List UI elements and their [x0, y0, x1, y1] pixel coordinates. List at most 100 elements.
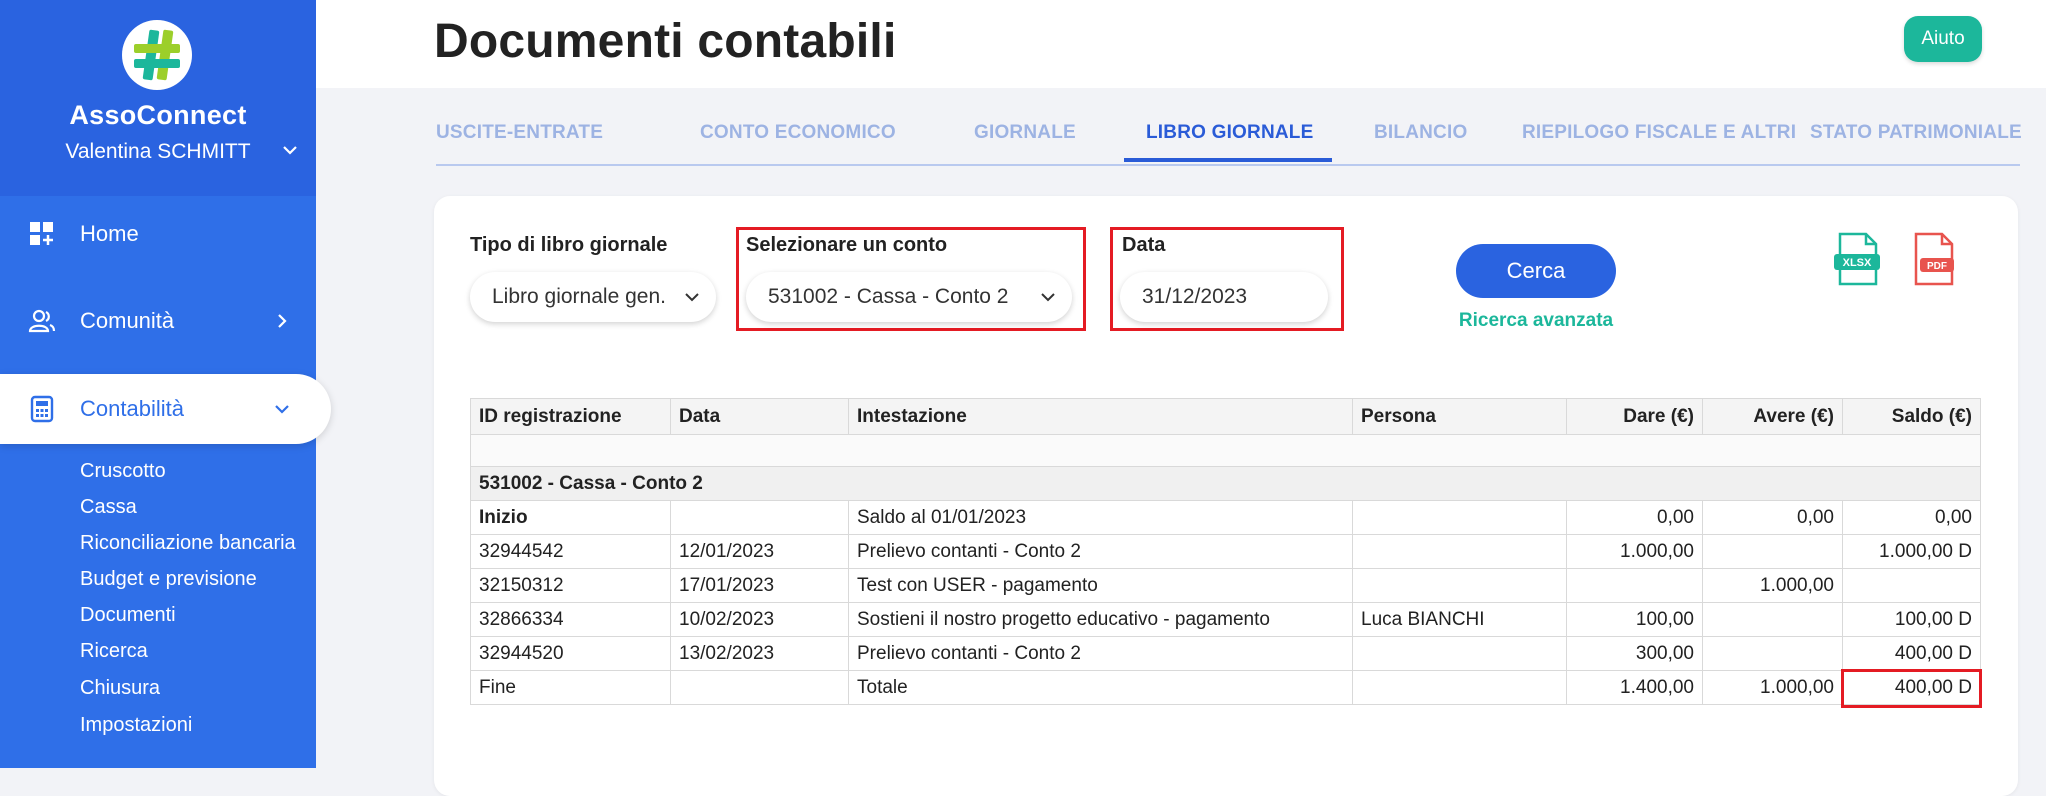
- chevron-down-icon[interactable]: [280, 140, 300, 160]
- tab-expenses-income[interactable]: USCITE-ENTRATE: [436, 122, 603, 144]
- sidebar-subitem-closing[interactable]: Chiusura: [80, 677, 160, 700]
- column-header: ID registrazione: [470, 398, 671, 435]
- table-row[interactable]: 32866334 10/02/2023 Sostieni il nostro p…: [470, 602, 1981, 637]
- cell-date: [670, 500, 849, 535]
- users-icon: [28, 309, 56, 333]
- table-row: Inizio Saldo al 01/01/2023 0,00 0,00 0,0…: [470, 500, 1981, 535]
- sidebar-brand: AssoConnect Valentina SCHMITT: [0, 0, 316, 196]
- tab-balance[interactable]: BILANCIO: [1374, 122, 1467, 144]
- cell-id: Fine: [470, 670, 671, 705]
- sidebar-item-accounting[interactable]: Contabilità: [0, 374, 331, 444]
- cell-debit: 1.000,00: [1566, 534, 1703, 569]
- cell-person: [1352, 568, 1567, 603]
- cell-credit: 1.000,00: [1702, 568, 1843, 603]
- cell-balance: [1842, 568, 1981, 603]
- tab-general-ledger[interactable]: LIBRO GIORNALE: [1146, 122, 1313, 144]
- xlsx-label: XLSX: [1843, 257, 1872, 269]
- cell-person: Luca BIANCHI: [1352, 602, 1567, 637]
- cell-id: 32944542: [470, 534, 671, 569]
- advanced-search-link[interactable]: Ricerca avanzata: [1456, 310, 1616, 332]
- column-header: Persona: [1352, 398, 1567, 435]
- cell-description: Test con USER - pagamento: [848, 568, 1353, 603]
- cell-credit: [1702, 602, 1843, 637]
- type-select-value: Libro giornale gen.: [492, 285, 666, 308]
- tab-journal[interactable]: GIORNALE: [974, 122, 1076, 144]
- table-header-row: ID registrazione Data Intestazione Perso…: [470, 398, 1981, 435]
- tab-tax-summary[interactable]: RIEPILOGO FISCALE E ALTRI: [1522, 122, 1796, 144]
- column-header: Data: [670, 398, 849, 435]
- cell-date: 12/01/2023: [670, 534, 849, 569]
- sidebar-subitem-dashboard[interactable]: Cruscotto: [80, 460, 166, 483]
- sidebar-item-label: Contabilità: [80, 396, 184, 421]
- cell-person: [1352, 636, 1567, 671]
- cell-description: Sostieni il nostro progetto educativo - …: [848, 602, 1353, 637]
- cell-credit: [1702, 534, 1843, 569]
- sidebar-subitem-documents[interactable]: Documenti: [80, 604, 176, 627]
- sidebar-item-label: Comunità: [80, 308, 175, 333]
- cell-total-balance: 400,00 D: [1841, 669, 1982, 708]
- cell-debit: 100,00: [1566, 602, 1703, 637]
- account-select[interactable]: 531002 - Cassa - Conto 2: [746, 272, 1072, 322]
- cell-description: Prelievo contanti - Conto 2: [848, 636, 1353, 671]
- cell-person: [1352, 534, 1567, 569]
- active-tab-indicator: [1124, 158, 1332, 162]
- sidebar: AssoConnect Valentina SCHMITT Home Comun…: [0, 0, 331, 768]
- table-row[interactable]: 32150312 17/01/2023 Test con USER - paga…: [470, 568, 1981, 603]
- dashboard-icon: [30, 222, 53, 245]
- cell-id: 32866334: [470, 602, 671, 637]
- brand-name: AssoConnect: [69, 100, 247, 130]
- tab-balance-sheet[interactable]: STATO PATRIMONIALE: [1810, 122, 2022, 144]
- xlsx-export-icon[interactable]: XLSX: [1834, 232, 1880, 286]
- sidebar-subitem-settings[interactable]: Impostazioni: [80, 714, 192, 737]
- cell-id: Inizio: [470, 500, 671, 535]
- chevron-down-icon: [275, 405, 289, 414]
- ledger-table: ID registrazione Data Intestazione Perso…: [470, 398, 1982, 708]
- cell-id: 32150312: [470, 568, 671, 603]
- cell-date: 10/02/2023: [670, 602, 849, 637]
- cell-debit: [1566, 568, 1703, 603]
- table-group-row: 531002 - Cassa - Conto 2: [470, 466, 1981, 501]
- sidebar-item-label: Home: [80, 221, 139, 246]
- cell-description: Prelievo contanti - Conto 2: [848, 534, 1353, 569]
- highlight-total: [1841, 669, 1982, 708]
- sidebar-subitem-cash[interactable]: Cassa: [80, 496, 137, 519]
- cell-balance: 1.000,00 D: [1842, 534, 1981, 569]
- help-button[interactable]: Aiuto: [1904, 16, 1982, 62]
- cell-person: [1352, 500, 1567, 535]
- calculator-icon: [30, 395, 54, 423]
- cell-balance: 100,00 D: [1842, 602, 1981, 637]
- chevron-right-icon: [278, 314, 287, 328]
- date-label: Data: [1122, 234, 1166, 256]
- sidebar-subitem-budget[interactable]: Budget e previsione: [80, 568, 257, 591]
- cell-description: Saldo al 01/01/2023: [848, 500, 1353, 535]
- sidebar-item-home[interactable]: Home: [0, 199, 316, 269]
- table-spacer-row: [470, 434, 1981, 467]
- search-button[interactable]: Cerca: [1456, 244, 1616, 298]
- cell-balance: 0,00: [1842, 500, 1981, 535]
- type-label: Tipo di libro giornale: [470, 234, 668, 256]
- cell-date: [670, 670, 849, 705]
- cell-description: Totale: [848, 670, 1353, 705]
- date-input[interactable]: 31/12/2023: [1120, 272, 1328, 322]
- column-header: Saldo (€): [1842, 398, 1981, 435]
- cell-person: [1352, 670, 1567, 705]
- tab-income-statement[interactable]: CONTO ECONOMICO: [700, 122, 896, 144]
- logo-icon: [124, 22, 190, 88]
- table-row[interactable]: 32944520 13/02/2023 Prelievo contanti - …: [470, 636, 1981, 671]
- column-header: Dare (€): [1566, 398, 1703, 435]
- cell-date: 17/01/2023: [670, 568, 849, 603]
- page-title: Documenti contabili: [434, 15, 897, 68]
- cell-debit: 0,00: [1566, 500, 1703, 535]
- cell-credit: 0,00: [1702, 500, 1843, 535]
- table-row[interactable]: 32944542 12/01/2023 Prelievo contanti - …: [470, 534, 1981, 569]
- pdf-export-icon[interactable]: PDF: [1910, 232, 1956, 286]
- chevron-down-icon: [1041, 293, 1055, 302]
- cell-date: 13/02/2023: [670, 636, 849, 671]
- cell-id: 32944520: [470, 636, 671, 671]
- logo: [122, 20, 192, 90]
- type-select[interactable]: Libro giornale gen.: [470, 272, 716, 322]
- user-menu[interactable]: Valentina SCHMITT: [0, 140, 316, 164]
- sidebar-subitem-bank-reconciliation[interactable]: Riconciliazione bancaria: [80, 532, 296, 555]
- sidebar-subitem-search[interactable]: Ricerca: [80, 640, 148, 663]
- sidebar-item-community[interactable]: Comunità: [0, 286, 316, 356]
